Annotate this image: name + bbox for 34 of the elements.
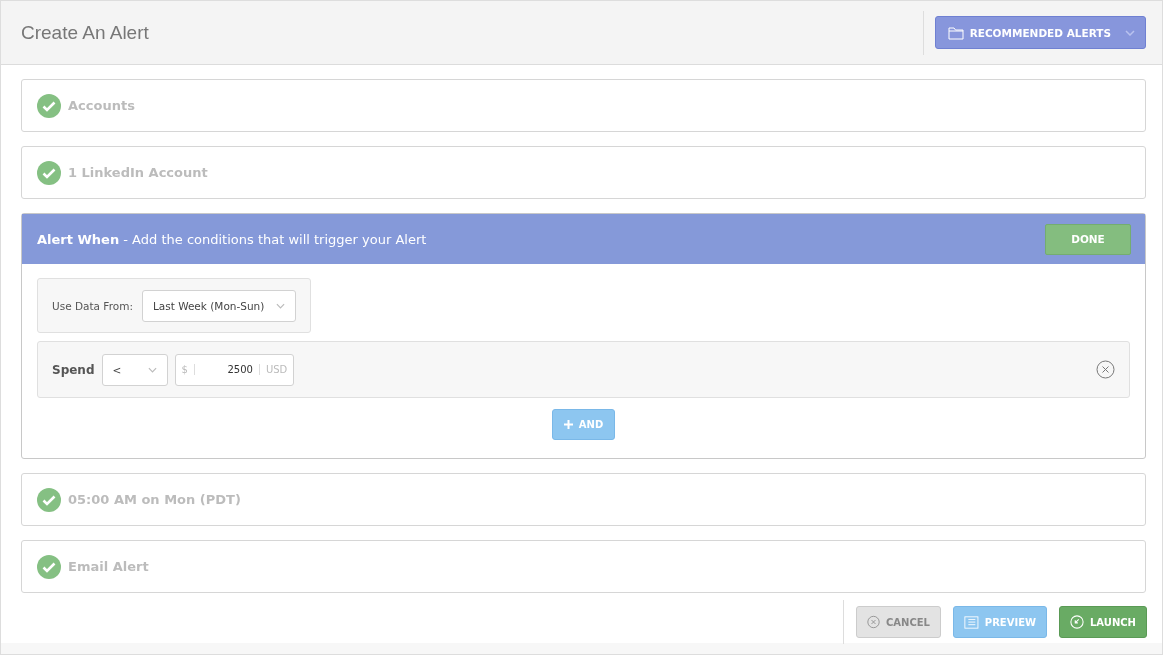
chevron-down-icon	[1125, 29, 1135, 36]
step-card[interactable]: 05:00 AM on Mon (PDT)	[21, 473, 1146, 526]
remove-icon[interactable]	[1096, 360, 1115, 379]
launch-button[interactable]: LAUNCH	[1059, 606, 1147, 638]
section-title: Alert When - Add the conditions that will trigger your Alert	[37, 231, 428, 247]
close-icon	[867, 614, 880, 630]
check-circle-icon	[37, 93, 61, 118]
folder-icon	[947, 25, 964, 40]
chevron-down-icon	[276, 302, 286, 309]
page-title: Create An Alert	[21, 21, 150, 44]
data-source-label: Use Data From:	[52, 299, 133, 312]
step-label: Email Alert	[68, 559, 149, 574]
step-card[interactable]: Accounts	[21, 79, 1146, 132]
recommended-alerts-button[interactable]: RECOMMENDED ALERTS	[934, 16, 1146, 49]
check-circle-icon	[37, 554, 61, 579]
operator-dropdown[interactable]: <	[101, 353, 168, 386]
metric-label: Spend	[52, 362, 95, 377]
step-card[interactable]: 1 LinkedIn Account	[21, 146, 1146, 199]
step-label: 1 LinkedIn Account	[68, 165, 208, 180]
step-label: Accounts	[68, 98, 135, 113]
check-circle-icon	[37, 487, 61, 512]
chevron-down-icon	[147, 366, 157, 373]
preview-button[interactable]: PREVIEW	[953, 606, 1047, 638]
add-condition-button[interactable]: AND	[551, 409, 616, 440]
step-card[interactable]: Email Alert	[21, 540, 1146, 593]
cancel-button[interactable]: CANCEL	[856, 606, 941, 638]
plus-icon	[563, 420, 573, 429]
done-button[interactable]: DONE	[1045, 223, 1131, 255]
currency-code: USD	[258, 364, 294, 375]
step-label: 05:00 AM on Mon (PDT)	[68, 492, 241, 507]
document-icon	[964, 614, 979, 630]
amount-field[interactable]: $ 2500 USD	[174, 353, 295, 386]
check-circle-icon	[37, 160, 61, 185]
period-dropdown[interactable]: Last Week (Mon-Sun)	[141, 289, 297, 322]
